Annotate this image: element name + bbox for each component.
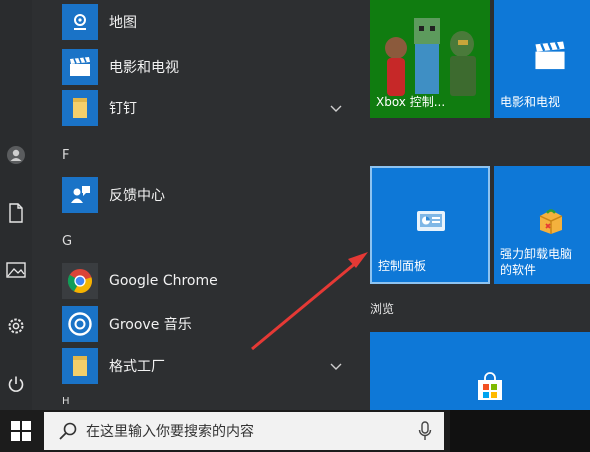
xbox-avatars-icon xyxy=(385,18,476,96)
app-label: 格式工厂 xyxy=(109,359,165,375)
windows-logo-icon xyxy=(11,421,31,441)
documents-button[interactable] xyxy=(4,201,28,225)
app-item-feedback-hub[interactable]: 反馈中心 xyxy=(62,177,352,213)
tile-label: 强力卸载电脑 的软件 xyxy=(500,246,572,278)
app-label: 地图 xyxy=(109,15,137,31)
power-icon xyxy=(8,376,24,392)
chevron-down-icon[interactable] xyxy=(328,100,344,116)
tile-group-label-browse[interactable]: 浏览 xyxy=(370,300,394,317)
app-label: 钉钉 xyxy=(109,101,137,117)
app-tile xyxy=(62,348,98,384)
app-item-groove-music[interactable]: Groove 音乐 xyxy=(62,306,352,342)
clapperboard-icon xyxy=(70,57,90,76)
tile-xbox[interactable]: Xbox 控制... xyxy=(370,0,490,118)
clapperboard-icon xyxy=(535,41,565,70)
user-account-button[interactable] xyxy=(4,143,28,167)
search-input[interactable]: 在这里输入你要搜索的内容 xyxy=(86,421,254,441)
app-tile xyxy=(62,90,98,126)
app-item-movies-tv[interactable]: 电影和电视 xyxy=(62,49,352,85)
tile-label: Xbox 控制... xyxy=(376,95,446,109)
map-icon xyxy=(74,14,86,30)
app-tile xyxy=(62,177,98,213)
taskbar-tray xyxy=(450,410,590,452)
tile-label: 控制面板 xyxy=(378,259,427,273)
tile-uninstaller[interactable]: 强力卸载电脑 的软件 xyxy=(494,166,590,284)
settings-button[interactable] xyxy=(4,314,28,338)
tile-microsoft-store[interactable] xyxy=(370,332,590,410)
folder-icon xyxy=(73,98,87,118)
uninstaller-box-icon xyxy=(539,209,563,234)
store-bag-icon xyxy=(478,372,502,400)
tile-control-panel[interactable]: 控制面板 xyxy=(370,166,490,284)
app-list: 地图 电影和电视 钉钉 F 反馈中心 G Google Chrome Groov… xyxy=(32,0,352,410)
app-tile xyxy=(62,263,98,299)
taskbar: 在这里输入你要搜索的内容 xyxy=(0,410,590,452)
feedback-icon xyxy=(71,186,90,203)
tile-label-line: 的软件 xyxy=(500,263,537,277)
app-tile xyxy=(62,4,98,40)
app-label: Groove 音乐 xyxy=(109,317,192,333)
control-panel-icon xyxy=(417,211,445,231)
document-icon xyxy=(9,203,23,223)
app-label: 反馈中心 xyxy=(109,188,165,204)
section-letter-g[interactable]: G xyxy=(62,234,72,249)
app-tile xyxy=(62,306,98,342)
chevron-down-icon[interactable] xyxy=(328,358,344,374)
tile-label: 电影和电视 xyxy=(500,95,561,109)
pictures-button[interactable] xyxy=(4,258,28,282)
app-item-dingtalk[interactable]: 钉钉 xyxy=(62,90,352,126)
power-button[interactable] xyxy=(4,372,28,396)
gear-icon xyxy=(8,318,24,334)
app-label: Google Chrome xyxy=(109,273,218,289)
tile-movies-tv[interactable]: 电影和电视 xyxy=(494,0,590,118)
start-button[interactable] xyxy=(0,410,42,452)
app-item-maps[interactable]: 地图 xyxy=(62,4,352,40)
app-label: 电影和电视 xyxy=(109,60,179,76)
pictures-icon xyxy=(6,262,26,278)
section-letter-h[interactable]: H xyxy=(62,396,70,407)
app-item-format-factory[interactable]: 格式工厂 xyxy=(62,348,352,384)
start-menu: 地图 电影和电视 钉钉 F 反馈中心 G Google Chrome Groov… xyxy=(0,0,590,410)
chrome-icon xyxy=(67,269,92,293)
user-icon xyxy=(7,146,25,164)
start-rail xyxy=(0,0,32,410)
search-icon xyxy=(59,422,77,440)
app-tile xyxy=(62,49,98,85)
groove-music-icon xyxy=(68,312,92,336)
microphone-icon[interactable] xyxy=(418,421,432,441)
section-letter-f[interactable]: F xyxy=(62,148,69,163)
taskbar-search-box[interactable]: 在这里输入你要搜索的内容 xyxy=(44,412,444,450)
app-item-google-chrome[interactable]: Google Chrome xyxy=(62,263,352,299)
folder-icon xyxy=(73,356,87,376)
tile-label-line: 强力卸载电脑 xyxy=(500,247,573,261)
